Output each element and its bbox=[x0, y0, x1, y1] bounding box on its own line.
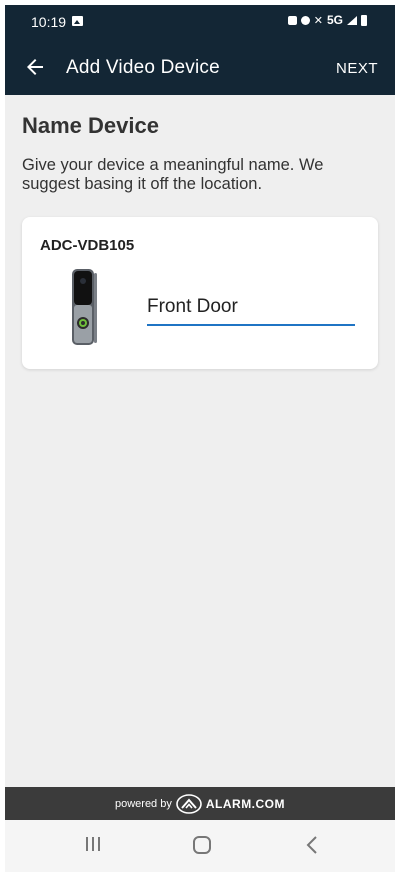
battery-icon bbox=[361, 14, 367, 26]
doorbell-camera-icon bbox=[72, 269, 97, 345]
page-title: Add Video Device bbox=[66, 57, 220, 78]
device-name-input[interactable] bbox=[147, 292, 355, 326]
alarm-icon bbox=[300, 15, 310, 25]
recent-apps-icon[interactable] bbox=[83, 834, 103, 854]
section-description: Give your device a meaningful name. We s… bbox=[22, 156, 324, 193]
app-screen: 10:19 ✕ 5G Add Video Device NEXT Name De… bbox=[5, 5, 395, 872]
status-time: 10:19 bbox=[31, 14, 67, 30]
back-arrow-icon[interactable] bbox=[23, 55, 47, 79]
status-icons: ✕ 5G bbox=[287, 13, 367, 27]
gallery-icon bbox=[72, 16, 83, 26]
brand-name: ALARM.COM bbox=[205, 796, 286, 811]
back-nav-icon[interactable] bbox=[303, 834, 323, 856]
alarm-com-logo-icon bbox=[176, 793, 202, 814]
section-heading: Name Device bbox=[22, 113, 159, 138]
network-type: 5G bbox=[326, 13, 343, 27]
device-card: ADC-VDB105 bbox=[22, 217, 378, 369]
lock-icon bbox=[287, 15, 297, 25]
app-bar: Add Video Device NEXT bbox=[5, 39, 395, 95]
home-icon[interactable] bbox=[191, 834, 213, 856]
powered-by-footer: powered by ALARM.COM bbox=[5, 787, 395, 820]
system-nav-bar bbox=[5, 820, 395, 872]
intro-section: Name Device Give your device a meaningfu… bbox=[22, 113, 378, 194]
signal-icon bbox=[347, 15, 357, 25]
device-model: ADC-VDB105 bbox=[40, 237, 135, 254]
mute-icon: ✕ bbox=[313, 14, 323, 27]
powered-by-text: powered by bbox=[114, 797, 172, 810]
status-bar: 10:19 ✕ 5G bbox=[5, 5, 395, 39]
next-button[interactable]: NEXT bbox=[336, 60, 378, 77]
